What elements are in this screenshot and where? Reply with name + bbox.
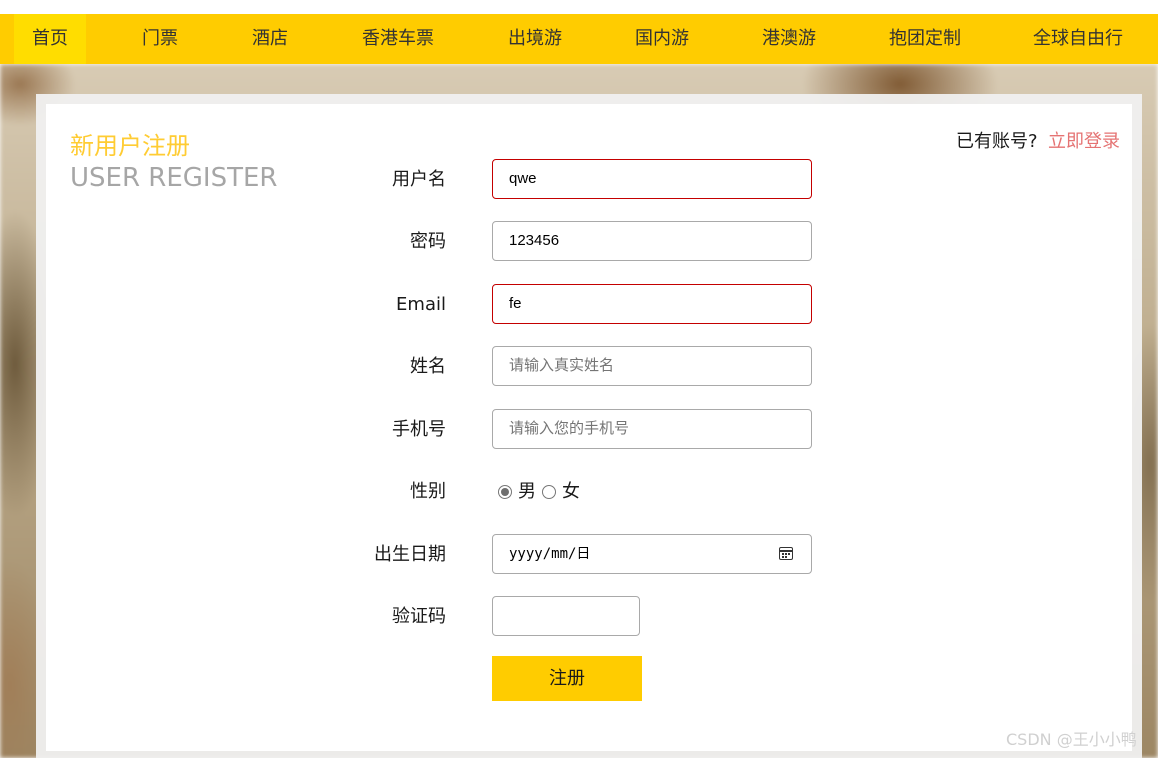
captcha-label: 验证码 [392,606,446,627]
top-navigation: 首页 门票 酒店 香港车票 出境游 国内游 港澳游 抱团定制 全球自由行 [0,14,1158,64]
birthday-date-input[interactable]: yyyy/mm/日 [492,534,812,574]
email-input[interactable]: fe [492,284,812,324]
username-input[interactable]: qwe [492,159,812,199]
login-link[interactable]: 立即登录 [1048,128,1120,156]
email-value: fe [509,295,522,312]
birthday-placeholder: yyyy/mm/日 [509,546,591,562]
nav-item-hk-macau-travel[interactable]: 港澳游 [750,14,828,64]
password-input[interactable]: 123456 [492,221,812,261]
password-value: 123456 [509,232,560,249]
register-title-en: USER REGISTER [70,163,278,193]
nav-item-global-free-travel[interactable]: 全球自由行 [1022,14,1134,64]
phone-placeholder: 请输入您的手机号 [509,420,630,437]
name-input[interactable]: 请输入真实姓名 [492,346,812,386]
nav-item-home[interactable]: 首页 [14,14,86,64]
register-title-cn: 新用户注册 [70,132,190,160]
watermark: CSDN @王小小鸭 [1006,730,1137,749]
nav-item-hk-bus-tickets[interactable]: 香港车票 [352,14,444,64]
top-spacer [0,0,1158,14]
gender-label: 性别 [410,481,446,502]
gender-radio-male[interactable] [498,485,512,499]
register-submit-button[interactable]: 注册 [492,656,642,701]
nav-item-domestic-travel[interactable]: 国内游 [622,14,702,64]
nav-item-tickets[interactable]: 门票 [124,14,196,64]
phone-input[interactable]: 请输入您的手机号 [492,409,812,449]
gender-label-male: 男 [518,481,536,502]
calendar-icon[interactable] [779,547,793,560]
gender-label-female: 女 [562,481,580,502]
phone-label: 手机号 [392,419,446,440]
login-prompt: 已有账号? [956,131,1038,152]
captcha-input[interactable] [492,596,640,636]
username-value: qwe [509,170,537,187]
name-placeholder: 请输入真实姓名 [509,357,615,374]
nav-item-hotels[interactable]: 酒店 [234,14,306,64]
email-label: Email [396,294,446,315]
password-label: 密码 [410,231,446,252]
nav-item-group-custom[interactable]: 抱团定制 [878,14,972,64]
gender-radio-female[interactable] [542,485,556,499]
username-label: 用户名 [392,169,446,190]
nav-item-outbound-travel[interactable]: 出境游 [494,14,576,64]
name-label: 姓名 [410,356,446,377]
birthday-label: 出生日期 [374,544,446,565]
